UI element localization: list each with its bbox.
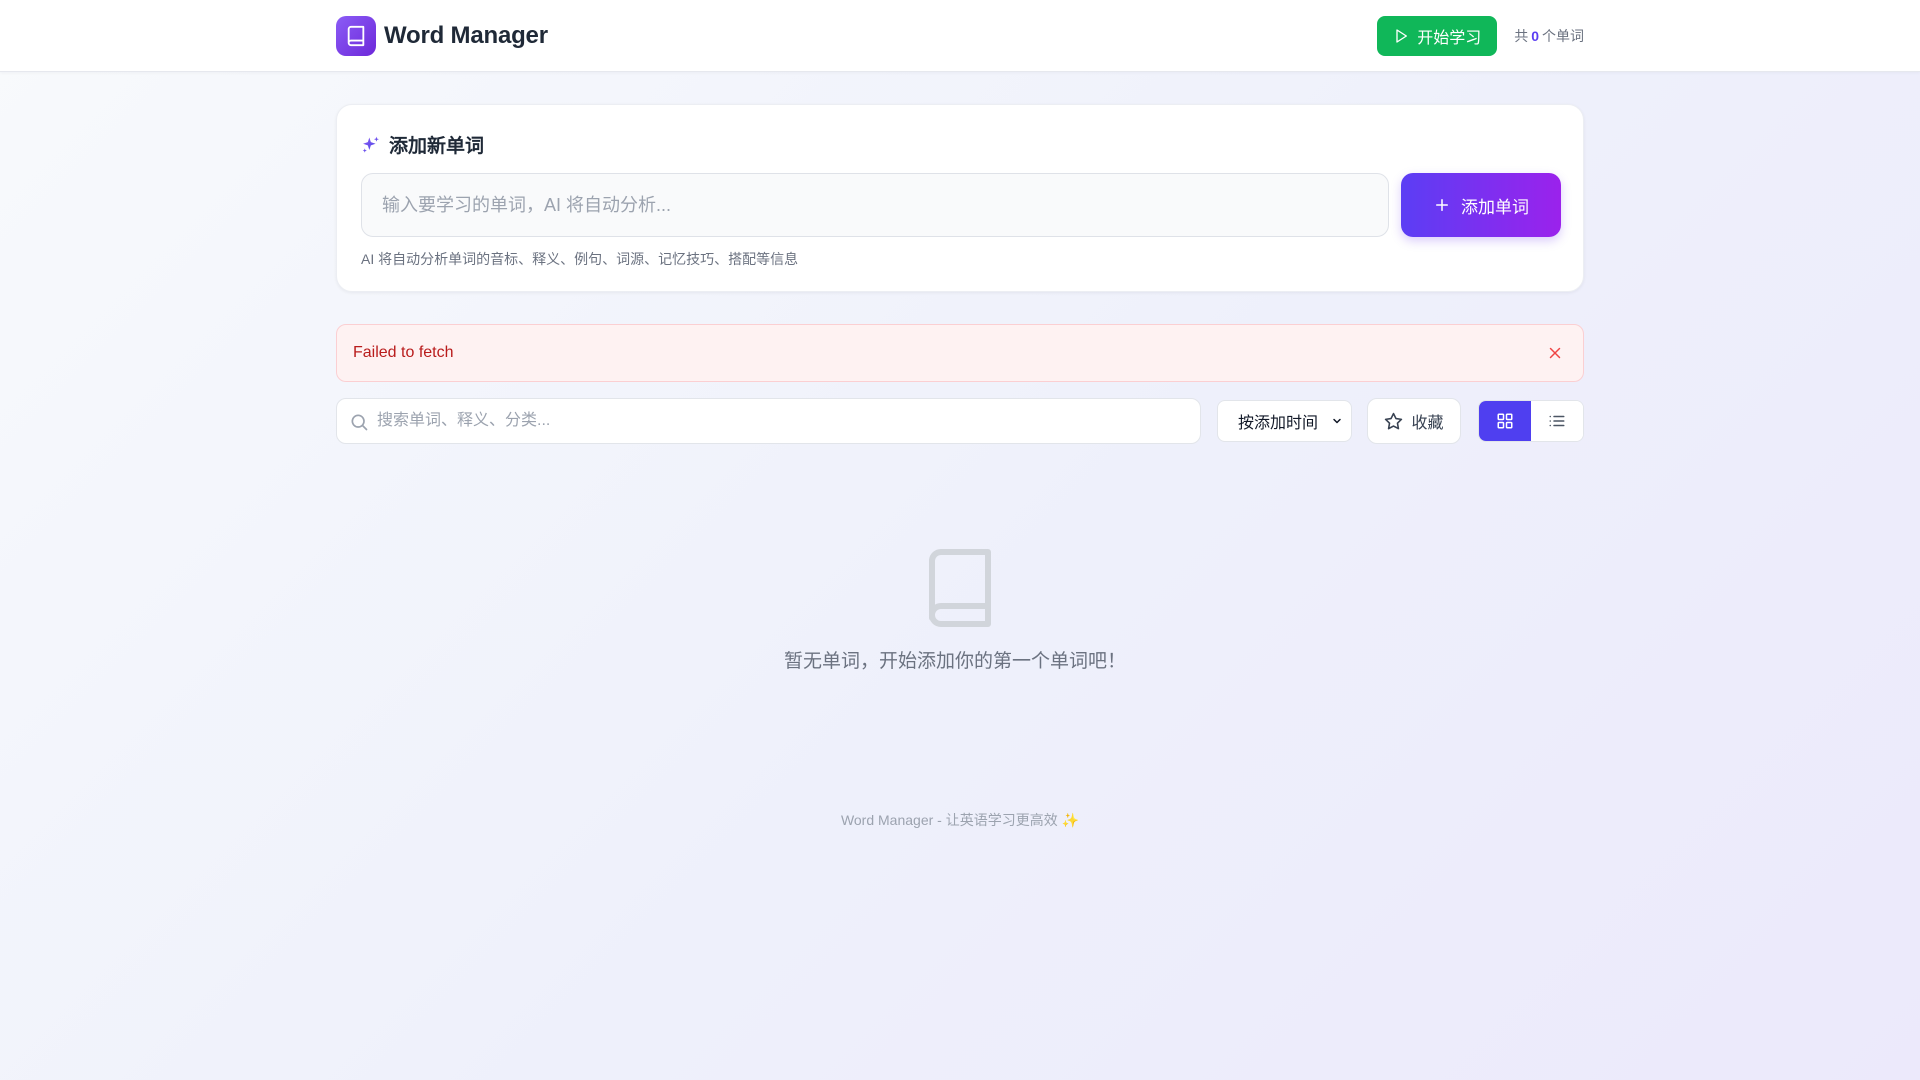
toolbar: 按添加时间 收藏 xyxy=(336,398,1584,444)
add-word-title-text: 添加新单词 xyxy=(389,136,485,157)
error-banner: Failed to fetch xyxy=(336,324,1584,382)
header-inner: Word Manager 开始学习 共 0 个单词 xyxy=(336,0,1584,72)
start-learning-label: 开始学习 xyxy=(1417,30,1482,47)
grid-view-button[interactable] xyxy=(1479,401,1531,441)
word-input[interactable] xyxy=(361,173,1389,237)
sort-select[interactable]: 按添加时间 xyxy=(1217,400,1352,442)
favorites-filter-button[interactable]: 收藏 xyxy=(1367,398,1461,444)
word-count-prefix: 共 xyxy=(1514,28,1529,44)
word-count-suffix: 个单词 xyxy=(1542,28,1584,44)
favorites-label: 收藏 xyxy=(1411,415,1444,432)
close-icon xyxy=(1549,347,1561,359)
grid-icon xyxy=(1497,413,1513,429)
footer: Word Manager - 让英语学习更高效 ✨ xyxy=(840,812,1080,828)
app-header: Word Manager 开始学习 共 0 个单词 xyxy=(0,0,1920,72)
play-icon xyxy=(1396,29,1408,43)
header-actions: 开始学习 共 0 个单词 xyxy=(1377,16,1584,56)
ai-hint: AI 将自动分析单词的音标、释义、例句、词源、记忆技巧、搭配等信息 xyxy=(361,251,799,267)
dismiss-error-button[interactable] xyxy=(1543,341,1567,365)
error-message: Failed to fetch xyxy=(353,344,454,361)
empty-book-icon xyxy=(929,548,991,627)
star-icon xyxy=(1385,412,1403,429)
plus-icon xyxy=(1436,199,1448,211)
search-box xyxy=(336,398,1201,444)
word-count-value: 0 xyxy=(1531,28,1539,44)
sparkles-icon xyxy=(362,136,379,153)
add-word-button[interactable]: 添加单词 xyxy=(1401,173,1561,237)
list-icon xyxy=(1549,415,1565,427)
brand-title: Word Manager xyxy=(384,22,548,49)
view-mode-toggle xyxy=(1478,400,1584,442)
book-icon xyxy=(336,16,376,56)
search-input[interactable] xyxy=(377,399,1187,443)
add-word-button-label: 添加单词 xyxy=(1461,197,1529,217)
add-word-card: 添加新单词 添加单词 AI 将自动分析单词的音标、释义、例句、词源、记忆技巧、搭… xyxy=(336,104,1584,292)
word-count: 共 0 个单词 xyxy=(1514,26,1584,46)
list-view-button[interactable] xyxy=(1531,401,1583,441)
search-icon xyxy=(351,414,368,431)
brand[interactable]: Word Manager xyxy=(336,16,548,56)
start-learning-button[interactable]: 开始学习 xyxy=(1377,16,1498,56)
chevron-down-icon xyxy=(1333,418,1341,424)
add-word-title: 添加新单词 xyxy=(361,131,484,158)
sort-selected-value: 按添加时间 xyxy=(1238,415,1319,432)
empty-state-message: 暂无单词，开始添加你的第一个单词吧！ xyxy=(783,651,1126,672)
